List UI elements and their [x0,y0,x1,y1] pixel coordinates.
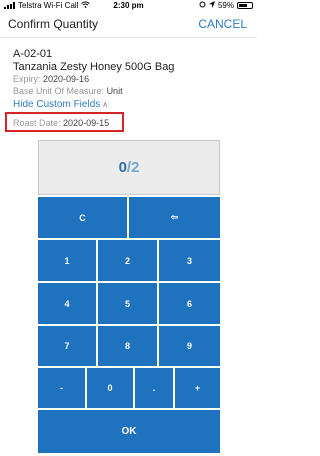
chevron-up-icon: ∧ [102,100,109,109]
item-details: A-02-01 Tanzania Zesty Honey 500G Bag Ex… [13,48,249,97]
roast-date-label: Roast Date: [13,118,61,128]
quantity-display: 0/2 [38,140,220,195]
digit-key-7[interactable]: 7 [38,326,96,366]
hide-custom-fields-label: Hide Custom Fields [13,99,101,110]
digit-key-2[interactable]: 2 [98,240,157,281]
expiry-field: Expiry: 2020-09-16 [13,73,249,85]
digit-key-0[interactable]: 0 [87,368,133,408]
roast-date-field: Roast Date: 2020-09-15 [13,118,109,128]
plus-key[interactable]: + [175,368,220,408]
battery-icon [237,2,253,9]
quantity-entered: 0 [118,159,127,176]
item-name: Tanzania Zesty Honey 500G Bag [13,61,175,73]
digit-key-9[interactable]: 9 [159,326,220,366]
page-title: Confirm Quantity [8,17,99,31]
uom-field: Base Unit Of Measure: Unit [13,85,249,97]
uom-label: Base Unit Of Measure: [13,86,105,96]
location-icon [199,1,206,10]
digit-key-8[interactable]: 8 [98,326,157,366]
roast-date-value: 2020-09-15 [63,118,110,128]
backspace-icon: ⇦ [170,212,179,222]
roast-date-highlight: Roast Date: 2020-09-15 [5,112,124,132]
expiry-value: 2020-09-16 [43,74,90,84]
minus-key[interactable]: - [38,368,85,408]
decimal-key[interactable]: . [135,368,173,408]
navigation-arrow-icon [208,1,215,10]
nav-bar: Confirm Quantity CANCEL [0,12,257,38]
digit-key-5[interactable]: 5 [98,283,157,324]
cancel-button[interactable]: CANCEL [198,17,247,31]
clear-key[interactable]: C [38,197,127,238]
digit-key-3[interactable]: 3 [159,240,220,281]
item-location: A-02-01 [13,48,53,60]
uom-value: Unit [106,86,123,96]
hide-custom-fields-toggle[interactable]: Hide Custom Fields ∧ [13,99,108,110]
backspace-key[interactable]: ⇦ [129,197,220,238]
ok-button[interactable]: OK [38,410,220,453]
digit-key-6[interactable]: 6 [159,283,220,324]
expiry-label: Expiry: [13,74,41,84]
quantity-target: 2 [131,159,140,176]
digit-key-4[interactable]: 4 [38,283,96,324]
battery-percent: 59% [217,1,234,10]
digit-key-1[interactable]: 1 [38,240,96,281]
status-bar: Telstra Wi-Fi Call 2:30 pm 59% [0,0,257,12]
